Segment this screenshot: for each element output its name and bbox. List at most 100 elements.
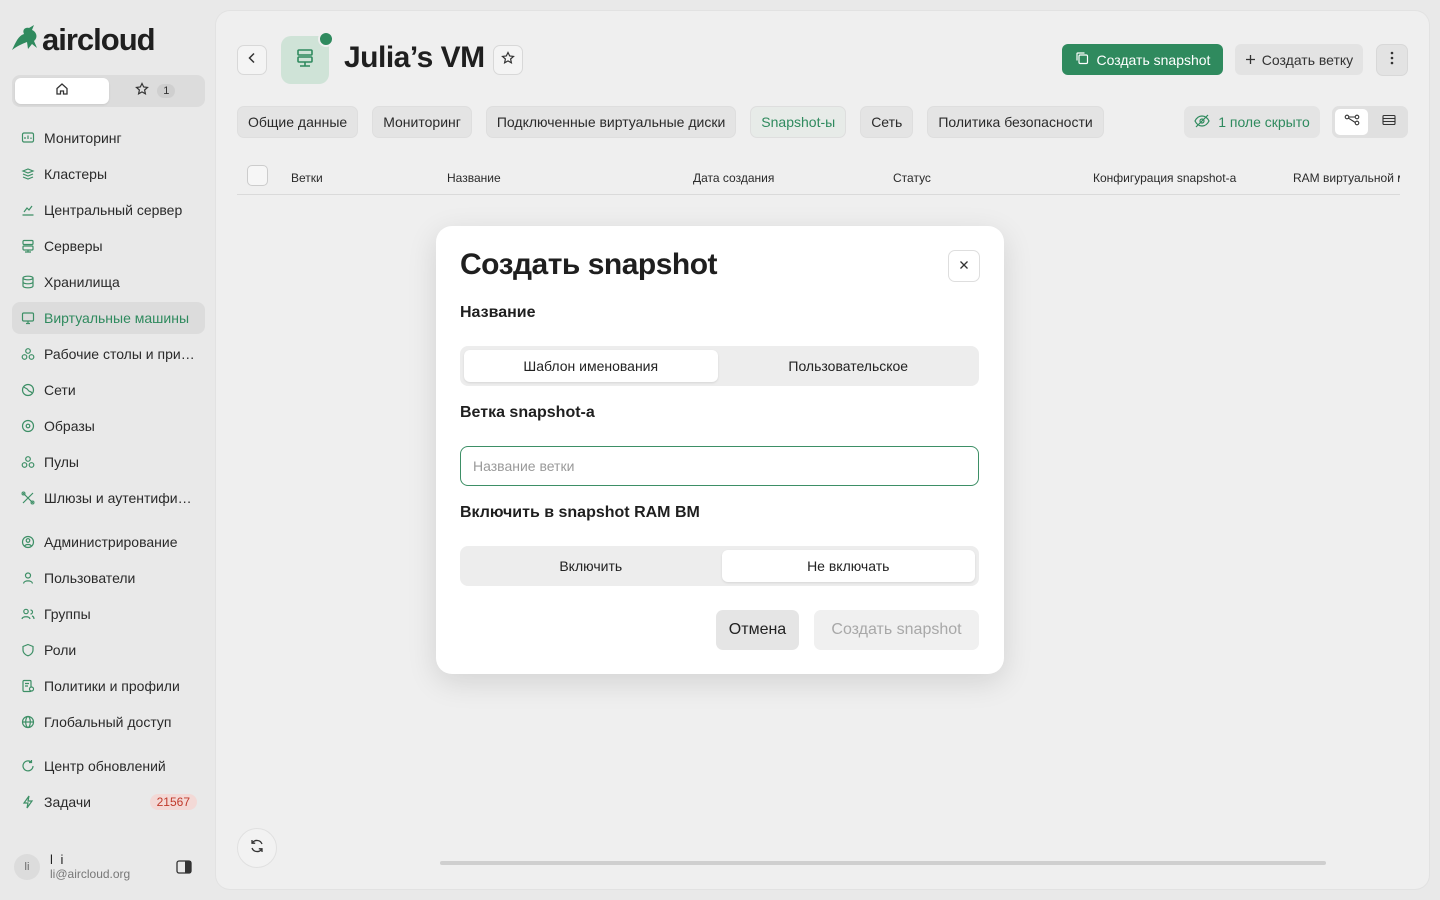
sidebar-item-updates[interactable]: Центр обновлений: [12, 750, 205, 782]
sidebar-item-desktops[interactable]: Рабочие столы и прил...: [12, 338, 205, 370]
view-toggle: [1332, 106, 1408, 138]
close-icon: [959, 257, 969, 275]
sidebar-item-policies[interactable]: Политики и профили: [12, 670, 205, 702]
column-header-config[interactable]: Конфигурация snapshot-а: [1093, 171, 1236, 185]
list-view-icon: [1381, 113, 1396, 131]
eye-off-icon: [1194, 114, 1210, 131]
refresh-icon: [249, 838, 265, 859]
more-button[interactable]: [1376, 44, 1408, 76]
refresh-button[interactable]: [237, 828, 277, 868]
include-ram-option[interactable]: Включить: [464, 550, 718, 582]
sidebar-item-label: Хранилища: [44, 274, 120, 290]
collapse-sidebar-icon[interactable]: [176, 860, 192, 879]
sidebar-item-pools[interactable]: Пулы: [12, 446, 205, 478]
vm-avatar: [281, 31, 334, 84]
sidebar-item-central-server[interactable]: Центральный сервер: [12, 194, 205, 226]
sidebar-item-label: Задачи: [44, 794, 92, 810]
sidebar-item-tasks[interactable]: Задачи 21567: [12, 786, 205, 818]
favorites-tab[interactable]: 1: [109, 78, 203, 104]
gateways-icon: [21, 491, 35, 505]
central-server-icon: [21, 203, 35, 217]
sidebar-item-virtual-machines[interactable]: Виртуальные машины: [12, 302, 205, 334]
clusters-icon: [21, 167, 35, 181]
sidebar-item-label: Образы: [44, 418, 95, 434]
tree-view-button[interactable]: [1335, 109, 1368, 135]
tab-network[interactable]: Сеть: [860, 106, 914, 138]
groups-icon: [21, 607, 35, 621]
roles-icon: [21, 643, 35, 657]
ram-label: Включить в snapshot RAM ВМ: [460, 504, 700, 521]
sidebar-item-admin[interactable]: Администрирование: [12, 526, 205, 558]
list-view-button[interactable]: [1372, 109, 1405, 135]
home-icon: [55, 82, 69, 101]
sidebar-item-groups[interactable]: Группы: [12, 598, 205, 630]
tab-monitoring[interactable]: Мониторинг: [372, 106, 472, 138]
hidden-fields-button[interactable]: 1 поле скрыто: [1184, 106, 1320, 138]
tree-view-icon: [1344, 113, 1360, 131]
name-label: Название: [460, 304, 536, 321]
column-header-branches[interactable]: Ветки: [291, 171, 323, 185]
naming-template-option[interactable]: Шаблон именования: [464, 350, 718, 382]
sidebar-switcher: 1: [12, 75, 205, 107]
vm-icon: [21, 311, 35, 325]
name-mode-selector: Шаблон именования Пользовательское: [460, 346, 979, 386]
sidebar-item-label: Сети: [44, 382, 76, 398]
sidebar-item-label: Пользователи: [44, 570, 136, 586]
tab-security-policy[interactable]: Политика безопасности: [927, 106, 1104, 138]
sidebar-item-storage[interactable]: Хранилища: [12, 266, 205, 298]
tab-virtual-disks[interactable]: Подключенные виртуальные диски: [485, 106, 737, 138]
updates-icon: [21, 759, 35, 773]
sidebar-item-label: Глобальный доступ: [44, 714, 172, 730]
user-profile[interactable]: li l i li@aircloud.org: [14, 852, 194, 881]
dialog-title: Создать snapshot: [460, 248, 718, 281]
sidebar-item-users[interactable]: Пользователи: [12, 562, 205, 594]
more-vertical-icon: [1390, 51, 1394, 70]
exclude-ram-option[interactable]: Не включать: [721, 550, 975, 582]
sidebar-item-images[interactable]: Образы: [12, 410, 205, 442]
sidebar-item-label: Кластеры: [44, 166, 107, 182]
close-button[interactable]: [948, 250, 980, 282]
sidebar-item-label: Мониторинг: [44, 130, 122, 146]
sidebar-item-label: Роли: [44, 642, 77, 658]
create-snapshot-button[interactable]: Создать snapshot: [1062, 44, 1223, 75]
branch-label: Ветка snapshot-а: [460, 404, 595, 421]
favorite-button[interactable]: [493, 45, 523, 75]
policies-icon: [21, 679, 35, 693]
ram-include-selector: Включить Не включать: [460, 546, 979, 586]
logo[interactable]: aircloud: [10, 22, 156, 58]
storage-icon: [21, 275, 35, 289]
vm-status-indicator: [318, 31, 334, 47]
create-branch-button[interactable]: Создать ветку: [1235, 44, 1363, 75]
chevron-left-icon: [247, 51, 257, 69]
sidebar-item-servers[interactable]: Серверы: [12, 230, 205, 262]
sidebar-item-label: Серверы: [44, 238, 103, 254]
column-header-name[interactable]: Название: [447, 171, 501, 185]
sidebar-item-gateways[interactable]: Шлюзы и аутентифика...: [12, 482, 205, 514]
sidebar-item-roles[interactable]: Роли: [12, 634, 205, 666]
select-all-checkbox[interactable]: [247, 165, 268, 186]
home-tab[interactable]: [15, 78, 109, 104]
tab-snapshots[interactable]: Snapshot-ы: [750, 106, 847, 138]
submit-create-snapshot-button[interactable]: Создать snapshot: [814, 610, 979, 650]
branch-name-input[interactable]: [460, 446, 979, 486]
tab-general[interactable]: Общие данные: [237, 106, 359, 138]
sidebar-item-monitoring[interactable]: Мониторинг: [12, 122, 205, 154]
brand-name: aircloud: [42, 22, 156, 57]
create-branch-label: Создать ветку: [1261, 51, 1354, 68]
horizontal-scrollbar[interactable]: [440, 861, 1326, 865]
sidebar-item-networks[interactable]: Сети: [12, 374, 205, 406]
cancel-button[interactable]: Отмена: [716, 610, 799, 650]
column-header-ram[interactable]: RAM виртуальной ма: [1293, 171, 1400, 185]
servers-icon: [21, 239, 35, 253]
create-snapshot-label: Создать snapshot: [1096, 51, 1211, 68]
sidebar-item-clusters[interactable]: Кластеры: [12, 158, 205, 190]
sidebar-item-label: Виртуальные машины: [44, 310, 190, 326]
custom-name-option[interactable]: Пользовательское: [722, 350, 976, 382]
column-header-created[interactable]: Дата создания: [693, 171, 774, 185]
page-title: Julia’s VM: [344, 41, 485, 74]
sidebar-item-global-access[interactable]: Глобальный доступ: [12, 706, 205, 738]
table-header: Ветки Название Дата создания Статус Конф…: [237, 162, 1400, 195]
back-button[interactable]: [237, 45, 267, 75]
copy-icon: [1075, 51, 1089, 68]
column-header-status[interactable]: Статус: [893, 171, 931, 185]
